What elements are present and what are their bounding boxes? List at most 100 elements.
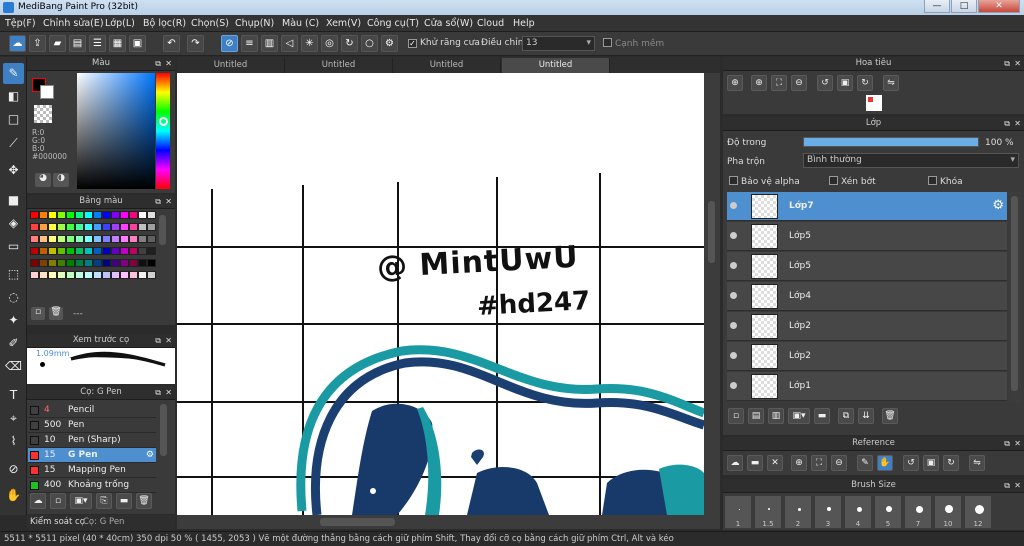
brush-item[interactable]: 15 Mapping Pen [28,463,156,478]
palette-swatch[interactable] [66,223,75,231]
menu-layer[interactable]: Lớp(L) [105,18,135,29]
palette-swatch[interactable] [102,235,111,243]
palette-swatch[interactable] [48,223,57,231]
brush-size-option[interactable]: 5 [874,495,902,529]
close-icon[interactable]: ✕ [1014,437,1021,450]
palette-swatch[interactable] [147,247,156,255]
vertical-scrollbar[interactable] [704,73,720,515]
close-button[interactable]: ✕ [978,0,1020,13]
horizontal-scrollbar[interactable] [177,515,720,529]
palette-swatch[interactable] [39,223,48,231]
trash-icon[interactable]: 🗑 [49,307,63,320]
trash-icon[interactable]: 🗑 [136,493,152,509]
brush-size-option[interactable]: 1 [724,495,752,529]
list-icon[interactable]: ☰ [89,35,106,52]
share-icon[interactable]: ⇪ [29,35,46,52]
palette-swatch[interactable] [138,271,147,279]
palette-swatch[interactable] [102,271,111,279]
operation-tool-icon[interactable]: ⌖ [3,408,24,429]
palette-swatch[interactable] [93,235,102,243]
zoom-in-alt-icon[interactable]: ⊕ [751,75,767,91]
rotate-left-icon[interactable]: ↺ [817,75,833,91]
palette-swatch[interactable] [111,211,120,219]
palette-swatch[interactable] [30,247,39,255]
palette-swatch[interactable] [57,223,66,231]
palette-swatch[interactable] [120,235,129,243]
secondary-color-swatch[interactable] [40,85,54,99]
menu-select[interactable]: Chọn(S) [191,18,229,29]
palette-swatch[interactable] [84,211,93,219]
folder-icon[interactable]: ▬ [116,493,132,509]
palette-swatch[interactable] [30,235,39,243]
menu-filter[interactable]: Bộ lọc(R) [143,18,186,29]
palette-swatch[interactable] [93,259,102,267]
new-brush-icon[interactable]: ▫ [50,493,66,509]
palette-swatch[interactable] [66,235,75,243]
brush-item[interactable]: 4 Pencil [28,403,156,418]
duplicate-layer-icon[interactable]: ⧉ [838,408,854,424]
line-tool-icon[interactable]: ⟋ [3,133,24,154]
add-brush-icon[interactable]: ▣▾ [70,493,92,509]
palette-swatch[interactable] [147,271,156,279]
palette-swatch[interactable] [111,235,120,243]
redo-icon[interactable]: ↷ [187,35,204,52]
fit-icon[interactable]: ▣ [923,455,939,471]
comment-icon[interactable]: ▰ [49,35,66,52]
hand-icon[interactable]: ✋ [877,455,893,471]
palette-swatch[interactable] [111,271,120,279]
merge-layer-icon[interactable]: ⇊ [858,408,874,424]
tab-brush[interactable]: Cọ: G Pen [83,517,124,527]
transparent-swatch[interactable] [34,105,52,123]
close-icon[interactable]: ✕ [165,334,172,347]
popout-icon[interactable]: ⧉ [155,334,161,347]
palette-swatch[interactable] [75,223,84,231]
dropper-tool-icon[interactable]: ⌇ [3,431,24,452]
close-reference-icon[interactable]: ✕ [767,455,783,471]
snap-parallel-icon[interactable]: ≡ [241,35,258,52]
brush-item[interactable]: 10 Pen (Sharp) [28,433,156,448]
fit-icon[interactable]: ▣ [837,75,853,91]
palette-swatch[interactable] [84,271,93,279]
brush-tool-icon[interactable]: ✎ [3,63,24,84]
protect-alpha-checkbox[interactable]: Bảo vệ alpha [729,176,800,187]
palette-swatch[interactable] [30,271,39,279]
eyedropper-icon[interactable]: ✎ [857,455,873,471]
visibility-icon[interactable] [730,232,737,239]
palette-swatch[interactable] [93,211,102,219]
brush-item-selected[interactable]: 15 G Pen ⚙ [28,448,156,463]
brush-size-option[interactable]: 4 [844,495,872,529]
palette-swatch[interactable] [48,259,57,267]
palette-swatch[interactable] [102,223,111,231]
hue-slider[interactable] [156,73,170,189]
opacity-slider[interactable] [803,137,979,147]
menu-help[interactable]: Help [513,18,535,29]
new-layer-icon[interactable]: ▫ [728,408,744,424]
snap-circle-icon[interactable]: ◎ [321,35,338,52]
palette-swatch[interactable] [129,247,138,255]
bucket-tool-icon[interactable]: ◈ [3,213,24,234]
menu-view[interactable]: Xem(V) [326,18,361,29]
popout-icon[interactable]: ⧉ [1004,57,1010,70]
copy-brush-icon[interactable]: ⎘ [96,493,112,509]
menu-tools[interactable]: Công cụ(T) [367,18,419,29]
palette-swatch[interactable] [75,259,84,267]
minimize-button[interactable]: — [924,0,950,13]
flip-icon[interactable]: ⇋ [883,75,899,91]
palette-swatch[interactable] [138,247,147,255]
palette-swatch[interactable] [111,247,120,255]
brush-scrollbar[interactable] [160,404,167,456]
undo-icon[interactable]: ↶ [163,35,180,52]
select-eraser-icon[interactable]: ⌫ [3,356,24,377]
rectangle-tool-icon[interactable]: □ [3,109,24,130]
palette-swatch[interactable] [147,235,156,243]
fit-screen-icon[interactable]: ⛶ [811,455,827,471]
palette-swatch[interactable] [57,271,66,279]
fit-screen-icon[interactable]: ⛶ [771,75,787,91]
adjust-select[interactable]: 13 [522,36,595,51]
palette-swatch[interactable] [129,271,138,279]
palette-swatch[interactable] [84,223,93,231]
snap-grid-icon[interactable]: ▥ [261,35,278,52]
palette-swatch[interactable] [120,211,129,219]
layer-row[interactable]: Lớp2 [727,342,1007,371]
blend-mode-select[interactable]: Bình thường [803,153,1019,168]
